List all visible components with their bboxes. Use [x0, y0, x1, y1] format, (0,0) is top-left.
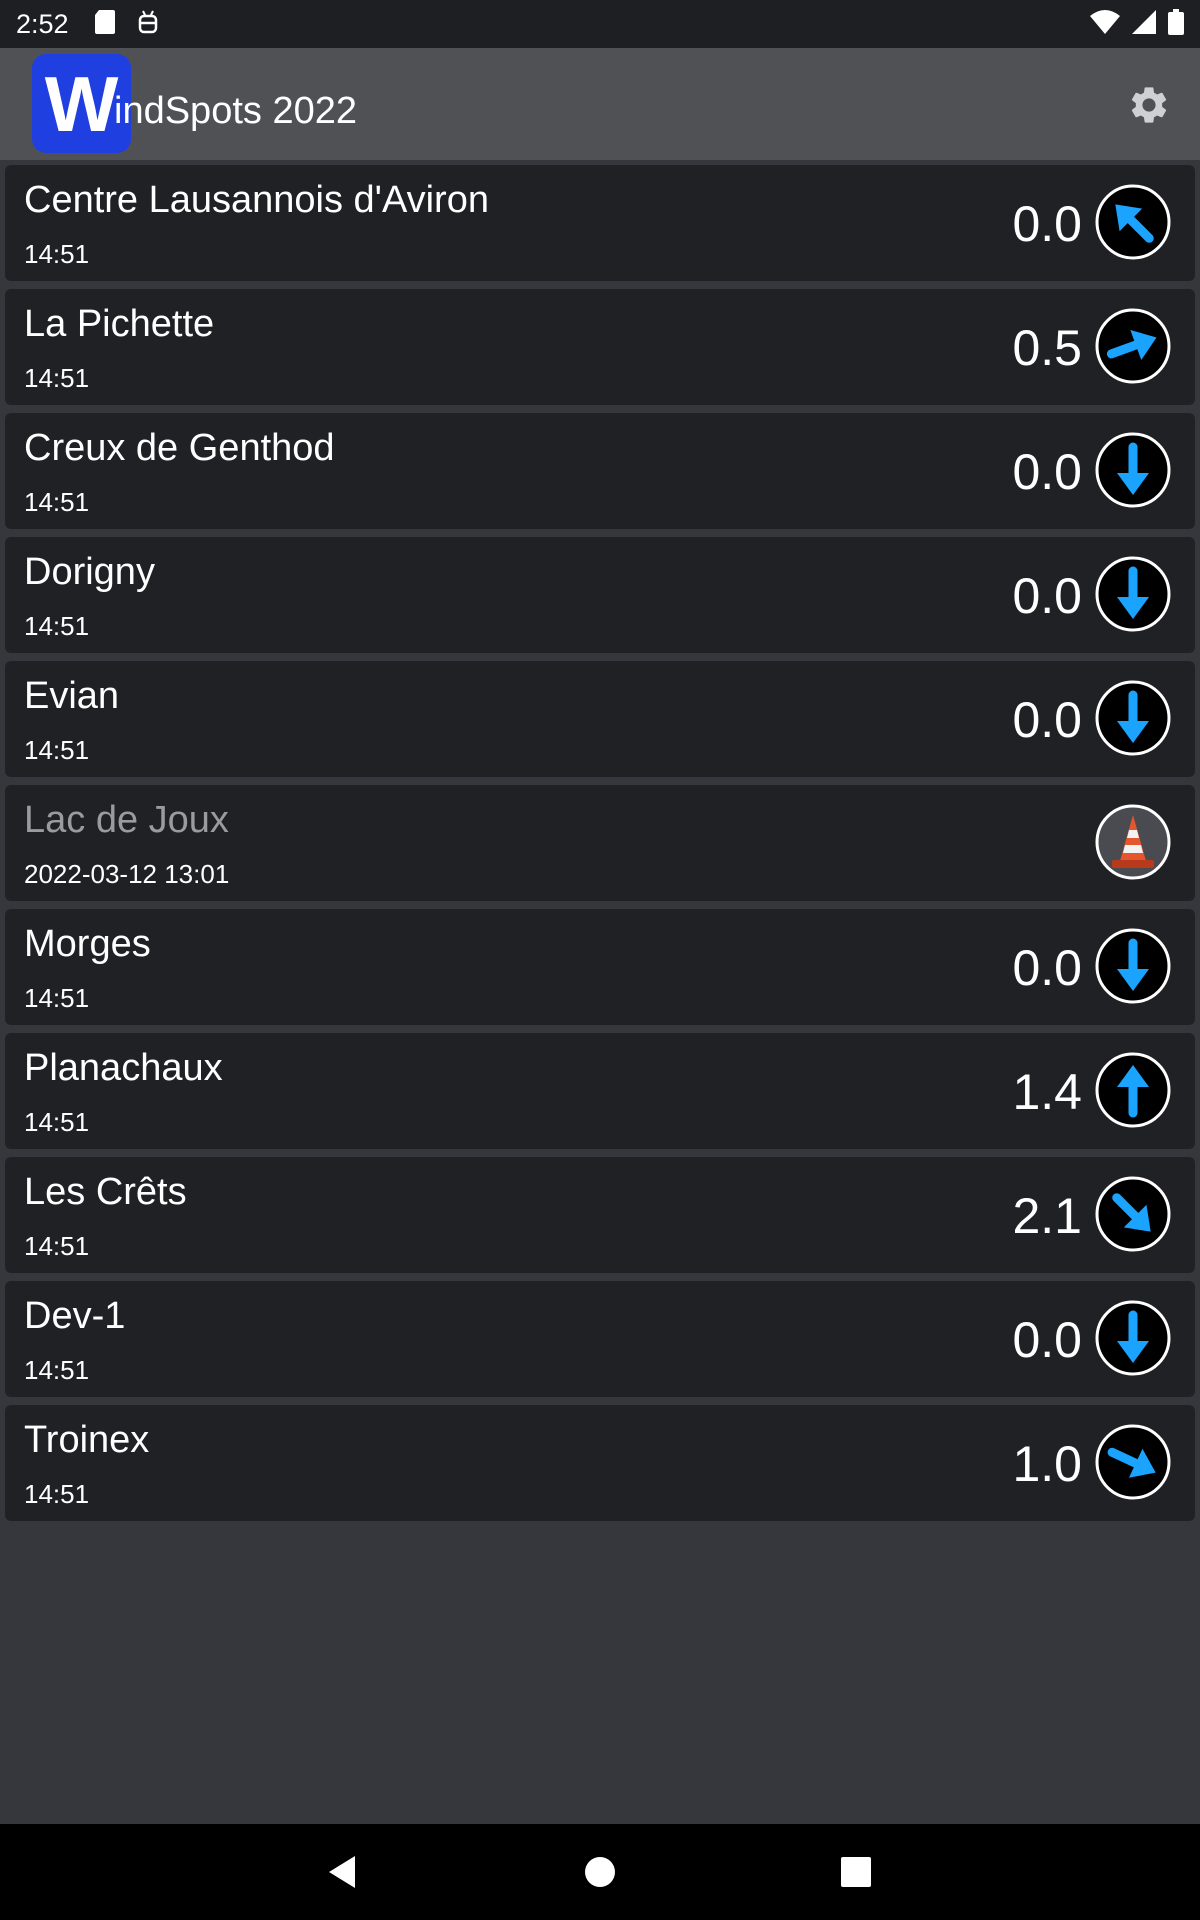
- spot-row[interactable]: Lac de Joux 2022-03-12 13:01: [5, 785, 1195, 901]
- wind-direction-arrow-icon: [1095, 1300, 1171, 1376]
- spot-row[interactable]: Creux de Genthod 14:51 0.0: [5, 413, 1195, 529]
- spot-row[interactable]: Les Crêts 14:51 2.1: [5, 1157, 1195, 1273]
- spot-name: Morges: [24, 923, 151, 965]
- spot-row[interactable]: Centre Lausannois d'Aviron 14:51 0.0: [5, 165, 1195, 281]
- spot-time: 14:51: [24, 611, 90, 641]
- sd-card-icon: [94, 9, 115, 39]
- wind-speed: 0.0: [1012, 940, 1082, 996]
- wind-speed: 0.0: [1012, 1312, 1082, 1368]
- gear-icon[interactable]: [1127, 83, 1171, 127]
- spot-name: Dev-1: [24, 1295, 126, 1337]
- spot-time: 14:51: [24, 1479, 90, 1509]
- settings-button[interactable]: [1122, 78, 1176, 132]
- spot-time: 14:51: [24, 1355, 90, 1385]
- spot-time: 14:51: [24, 239, 90, 269]
- spot-name: Troinex: [24, 1419, 150, 1461]
- wind-speed: 0.0: [1012, 444, 1082, 500]
- battery-icon: [1168, 8, 1184, 40]
- spot-time: 2022-03-12 13:01: [24, 859, 230, 889]
- spot-name: Centre Lausannois d'Aviron: [24, 179, 489, 221]
- spot-row[interactable]: Troinex 14:51 1.0: [5, 1405, 1195, 1521]
- wind-direction-arrow-icon: [1095, 1424, 1171, 1500]
- spot-name: La Pichette: [24, 303, 215, 345]
- status-time: 2:52: [16, 8, 69, 39]
- app-bar: W indSpots 2022: [0, 48, 1200, 160]
- back-triangle-icon[interactable]: [323, 1852, 363, 1892]
- home-button[interactable]: [580, 1852, 620, 1892]
- spot-row[interactable]: Dev-1 14:51 0.0: [5, 1281, 1195, 1397]
- wind-speed: 1.0: [1012, 1436, 1082, 1492]
- back-button[interactable]: [323, 1852, 363, 1892]
- spot-name: Creux de Genthod: [24, 427, 335, 469]
- wind-speed: 0.0: [1012, 196, 1082, 252]
- status-bar: 2:52: [0, 0, 1200, 48]
- wind-direction-arrow-icon: [1095, 432, 1171, 508]
- spot-row[interactable]: Planachaux 14:51 1.4: [5, 1033, 1195, 1149]
- traffic-cone-icon: [1095, 804, 1171, 880]
- spot-time: 14:51: [24, 735, 90, 765]
- app-title-rest: indSpots 2022: [114, 90, 357, 132]
- wind-speed: 1.4: [1012, 1064, 1082, 1120]
- nav-bar: [0, 1824, 1200, 1920]
- wind-direction-arrow-icon: [1095, 308, 1171, 384]
- spot-name: Les Crêts: [24, 1171, 187, 1213]
- spot-row[interactable]: Evian 14:51 0.0: [5, 661, 1195, 777]
- wind-speed: 0.0: [1012, 692, 1082, 748]
- recents-button[interactable]: [836, 1852, 876, 1892]
- app-logo-letter: W: [44, 59, 119, 148]
- wifi-icon: [1090, 9, 1120, 39]
- spot-time: 14:51: [24, 983, 90, 1013]
- wind-speed: 0.0: [1012, 568, 1082, 624]
- wind-direction-arrow-icon: [1095, 680, 1171, 756]
- recents-square-icon[interactable]: [836, 1852, 876, 1892]
- wind-direction-arrow-icon: [1095, 556, 1171, 632]
- cell-signal-icon: [1132, 9, 1156, 39]
- page-title: indSpots 2022: [114, 90, 357, 133]
- spot-name: Evian: [24, 675, 120, 717]
- spot-row[interactable]: Dorigny 14:51 0.0: [5, 537, 1195, 653]
- spot-name: Lac de Joux: [24, 799, 229, 841]
- wind-direction-arrow-icon: [1095, 184, 1171, 260]
- spot-row[interactable]: Morges 14:51 0.0: [5, 909, 1195, 1025]
- spot-time: 14:51: [24, 363, 90, 393]
- spot-row[interactable]: La Pichette 14:51 0.5: [5, 289, 1195, 405]
- spot-name: Planachaux: [24, 1047, 223, 1089]
- spot-name: Dorigny: [24, 551, 155, 593]
- wind-direction-arrow-icon: [1095, 1052, 1171, 1128]
- spot-time: 14:51: [24, 1107, 90, 1137]
- wind-speed: 2.1: [1012, 1188, 1082, 1244]
- wind-direction-arrow-icon: [1095, 1176, 1171, 1252]
- spot-time: 14:51: [24, 1231, 90, 1261]
- wind-direction-arrow-icon: [1095, 928, 1171, 1004]
- android-debug-icon: [137, 10, 159, 39]
- wind-speed: 0.5: [1012, 320, 1082, 376]
- home-circle-icon[interactable]: [580, 1852, 620, 1892]
- spot-time: 14:51: [24, 487, 90, 517]
- spot-list: Centre Lausannois d'Aviron 14:51 0.0 La Pic…: [5, 165, 1195, 1529]
